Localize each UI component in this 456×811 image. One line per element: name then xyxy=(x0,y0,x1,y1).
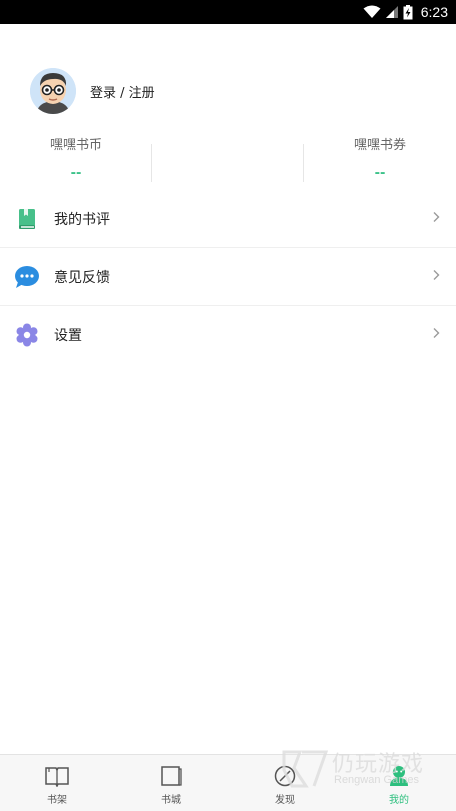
stat-vouchers-label: 嘿嘿书券 xyxy=(353,138,406,153)
wifi-icon xyxy=(363,5,381,18)
nav-tab-discover[interactable]: 发现 xyxy=(228,755,342,811)
book-cover-icon xyxy=(161,766,182,786)
account-stats: 嘿嘿书币 -- 嘿嘿书券 -- xyxy=(0,136,456,184)
chat-bubble-icon xyxy=(14,264,40,290)
stat-coins-label: 嘿嘿书币 xyxy=(49,138,102,153)
menu-item-feedback[interactable]: 意见反馈 xyxy=(0,248,456,306)
nav-label: 我的 xyxy=(389,795,409,806)
chevron-right-icon xyxy=(433,212,440,222)
nav-label: 书城 xyxy=(161,795,181,806)
nav-tab-bookshelf[interactable]: 书架 xyxy=(0,755,114,811)
nav-tab-mine[interactable]: 我的 xyxy=(342,755,456,811)
stat-vouchers[interactable]: 嘿嘿书券 -- xyxy=(304,136,456,184)
chevron-right-icon xyxy=(433,328,440,338)
avatar-image xyxy=(30,68,76,114)
stat-divider xyxy=(151,144,152,182)
menu-item-label: 意见反馈 xyxy=(54,269,110,286)
menu-item-my-reviews[interactable]: 我的书评 xyxy=(0,190,456,248)
avatar[interactable] xyxy=(30,68,76,114)
menu-item-settings[interactable]: 设置 xyxy=(0,306,456,364)
stat-coins-value: -- xyxy=(70,166,82,181)
nav-label: 书架 xyxy=(47,795,67,806)
stat-vouchers-value: -- xyxy=(374,166,386,181)
book-icon xyxy=(14,206,40,232)
menu-item-label: 我的书评 xyxy=(54,211,110,228)
nav-tab-bookstore[interactable]: 书城 xyxy=(114,755,228,811)
profile-header: 登录 / 注册 xyxy=(30,66,155,116)
chevron-right-icon xyxy=(433,270,440,280)
battery-icon xyxy=(403,4,413,19)
gear-icon xyxy=(14,322,40,348)
menu-item-label: 设置 xyxy=(54,328,82,344)
person-icon xyxy=(390,766,408,786)
nav-label: 发现 xyxy=(275,795,295,806)
status-time: 6:23 xyxy=(420,4,448,20)
status-bar: 6:23 xyxy=(0,0,456,24)
open-book-icon xyxy=(45,767,69,787)
compass-icon xyxy=(274,765,296,787)
stat-coins[interactable]: 嘿嘿书币 -- xyxy=(0,136,152,184)
login-register-link[interactable]: 登录 / 注册 xyxy=(90,82,155,101)
signal-icon xyxy=(385,6,398,18)
settings-menu: 我的书评 意见反馈 设置 xyxy=(0,190,456,364)
bottom-nav: 书架 书城 发现 我的 xyxy=(0,754,456,811)
